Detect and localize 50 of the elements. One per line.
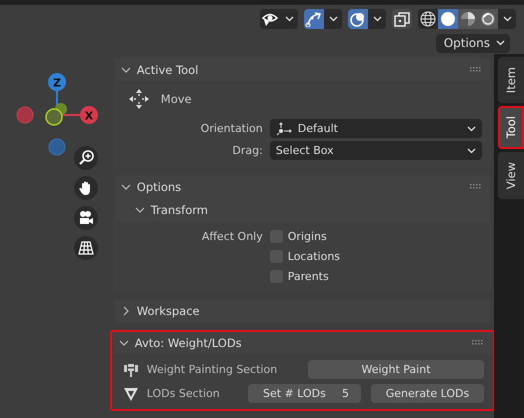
hand-icon[interactable] xyxy=(74,176,98,200)
material-shading-icon[interactable] xyxy=(458,8,478,28)
chevron-icon xyxy=(118,338,129,348)
field-label: Orientation xyxy=(200,122,263,135)
move-icon xyxy=(126,87,151,111)
checkbox[interactable]: Parents xyxy=(270,268,482,284)
row-label: Weight Painting Section xyxy=(146,363,278,376)
options-dropdown[interactable]: Options xyxy=(436,34,510,52)
weight-paint-icon xyxy=(122,362,139,378)
solid-shading-icon[interactable] xyxy=(438,8,458,28)
number-field[interactable]: Set # LODs 5 xyxy=(248,384,361,403)
drag-handle-icon[interactable] xyxy=(470,67,482,73)
chevron-icon xyxy=(134,205,145,215)
dropdown-field[interactable]: Select Box xyxy=(270,141,482,160)
overlay-toggle-icon[interactable] xyxy=(348,8,368,28)
checkbox[interactable]: Origins xyxy=(270,228,482,244)
group-label: Affect Only xyxy=(200,230,263,242)
axis-handle[interactable] xyxy=(16,106,34,124)
drag-handle-icon[interactable] xyxy=(472,340,484,346)
sidebar-tab[interactable]: View xyxy=(498,152,524,199)
zoom-icon[interactable] xyxy=(74,146,98,170)
generate-lods-button[interactable]: Generate LODs xyxy=(371,384,484,403)
field-label: Set # LODs xyxy=(263,387,326,400)
caret-icon xyxy=(467,148,476,154)
tool-name: Move xyxy=(160,92,192,106)
grid-icon[interactable] xyxy=(74,236,98,260)
weight-paint-button[interactable]: Weight Paint xyxy=(308,360,484,379)
sidebar-tab[interactable]: Tool xyxy=(498,106,524,149)
chevron-icon xyxy=(120,306,131,316)
gizmo-toggle-icon[interactable] xyxy=(304,8,324,28)
caret-icon xyxy=(496,40,505,46)
camera-icon[interactable] xyxy=(74,206,98,230)
chevron-icon xyxy=(120,182,131,192)
drag-handle-icon[interactable] xyxy=(470,184,482,190)
axis-handle[interactable] xyxy=(48,138,66,156)
field-value: 5 xyxy=(342,387,349,400)
row-label: LODs Section xyxy=(146,387,221,400)
caret-icon xyxy=(467,126,476,132)
triangle-icon xyxy=(122,386,139,402)
orientation-icon xyxy=(276,122,292,136)
sidebar-tab[interactable]: Item xyxy=(498,57,524,104)
dropdown-field[interactable]: Default xyxy=(270,119,482,138)
axis-handle[interactable] xyxy=(45,108,63,126)
chevron-icon xyxy=(120,65,131,75)
field-label: Drag: xyxy=(231,144,263,157)
rendered-shading-icon[interactable] xyxy=(478,8,498,28)
wireframe-shading-icon[interactable] xyxy=(418,8,438,28)
checkbox[interactable]: Locations xyxy=(270,248,482,264)
selectability-icon[interactable] xyxy=(260,8,280,28)
xray-toggle-icon[interactable] xyxy=(392,8,412,28)
